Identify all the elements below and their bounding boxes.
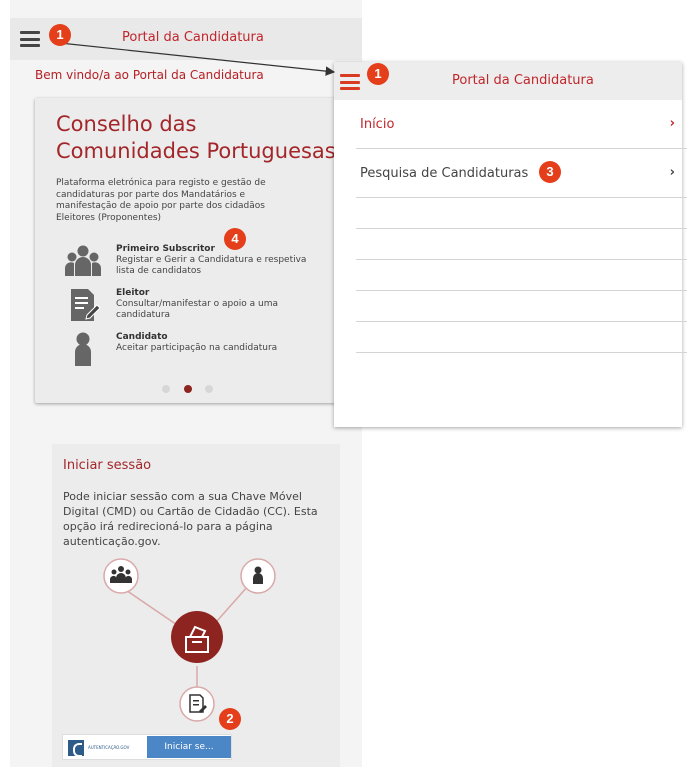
menu-empty-row [356,198,687,229]
role-item-eleitor: Eleitor Consultar/manifestar o apoio a u… [65,288,305,328]
role-description: Registar e Gerir a Candidatura e respeti… [116,255,307,276]
role-title: Eleitor [116,288,150,298]
carousel-dot-active[interactable] [184,385,192,393]
menu-empty-row [356,260,687,291]
role-item-primeiro-subscritor: Primeiro Subscritor Registar e Gerir a C… [65,244,306,284]
person-icon [75,332,91,366]
header-title: Portal da Candidatura [122,30,264,45]
document-edit-circle-icon [179,686,215,722]
role-title: Primeiro Subscritor [116,244,215,254]
menu-empty-row [356,229,687,260]
navigation-menu: Início › Pesquisa de Candidaturas › [356,100,687,353]
login-section: Iniciar sessão Pode iniciar sessão com a… [52,444,340,767]
info-carousel-card: Conselho das Comunidades Portuguesas Pla… [35,98,351,403]
carousel-description: Plataforma eletrónica para registo e ges… [56,178,266,223]
autenticacao-gov-logo: AUTENTICAÇÃO.GOV [68,740,130,757]
menu-item-label: Pesquisa de Candidaturas [360,166,529,181]
annotation-marker-4: 4 [224,228,246,250]
group-icon [65,245,101,276]
document-edit-icon [71,289,101,321]
annotation-marker-2: 2 [219,708,241,730]
chevron-right-icon: › [669,116,675,131]
annotation-marker-1: 1 [49,24,71,46]
carousel-pagination [162,385,222,395]
carousel-dot[interactable] [205,385,213,393]
portal-home-screen: Portal da Candidatura Bem vindo/a ao Por… [10,0,362,767]
header-title: Portal da Candidatura [452,73,594,88]
person-circle-icon [240,558,276,594]
ballot-box-icon [171,611,223,663]
menu-item-pesquisa-de-candidaturas[interactable]: Pesquisa de Candidaturas › [356,149,687,198]
chevron-right-icon: › [669,165,675,180]
autenticacao-gov-bar: AUTENTICAÇÃO.GOV Iniciar se... [62,734,232,760]
carousel-title: Conselho das Comunidades Portuguesas [56,112,336,163]
hamburger-menu-icon[interactable] [20,31,40,47]
role-item-candidato: Candidato Aceitar participação na candid… [65,332,305,372]
logo-text: AUTENTICAÇÃO.GOV [88,745,130,750]
menu-item-inicio[interactable]: Início › [356,100,687,149]
key-logo-icon [68,740,84,757]
carousel-dot[interactable] [162,385,170,393]
annotation-marker-1: 1 [367,63,389,85]
role-description: Aceitar participação na candidatura [116,343,278,353]
role-title: Candidato [116,332,168,342]
welcome-text: Bem vindo/a ao Portal da Candidatura [35,68,264,82]
menu-item-label: Início [360,117,395,132]
navigation-menu-screen: Portal da Candidatura Início › Pesquisa … [334,62,687,427]
menu-empty-row [356,291,687,322]
hamburger-menu-icon[interactable] [340,74,360,90]
role-description: Consultar/manifestar o apoio a uma candi… [116,299,278,320]
menu-empty-row [356,322,687,353]
login-button[interactable]: Iniciar se... [147,736,231,758]
authentication-diagram [103,558,276,722]
group-circle-icon [103,558,139,594]
annotation-marker-3: 3 [539,161,561,183]
